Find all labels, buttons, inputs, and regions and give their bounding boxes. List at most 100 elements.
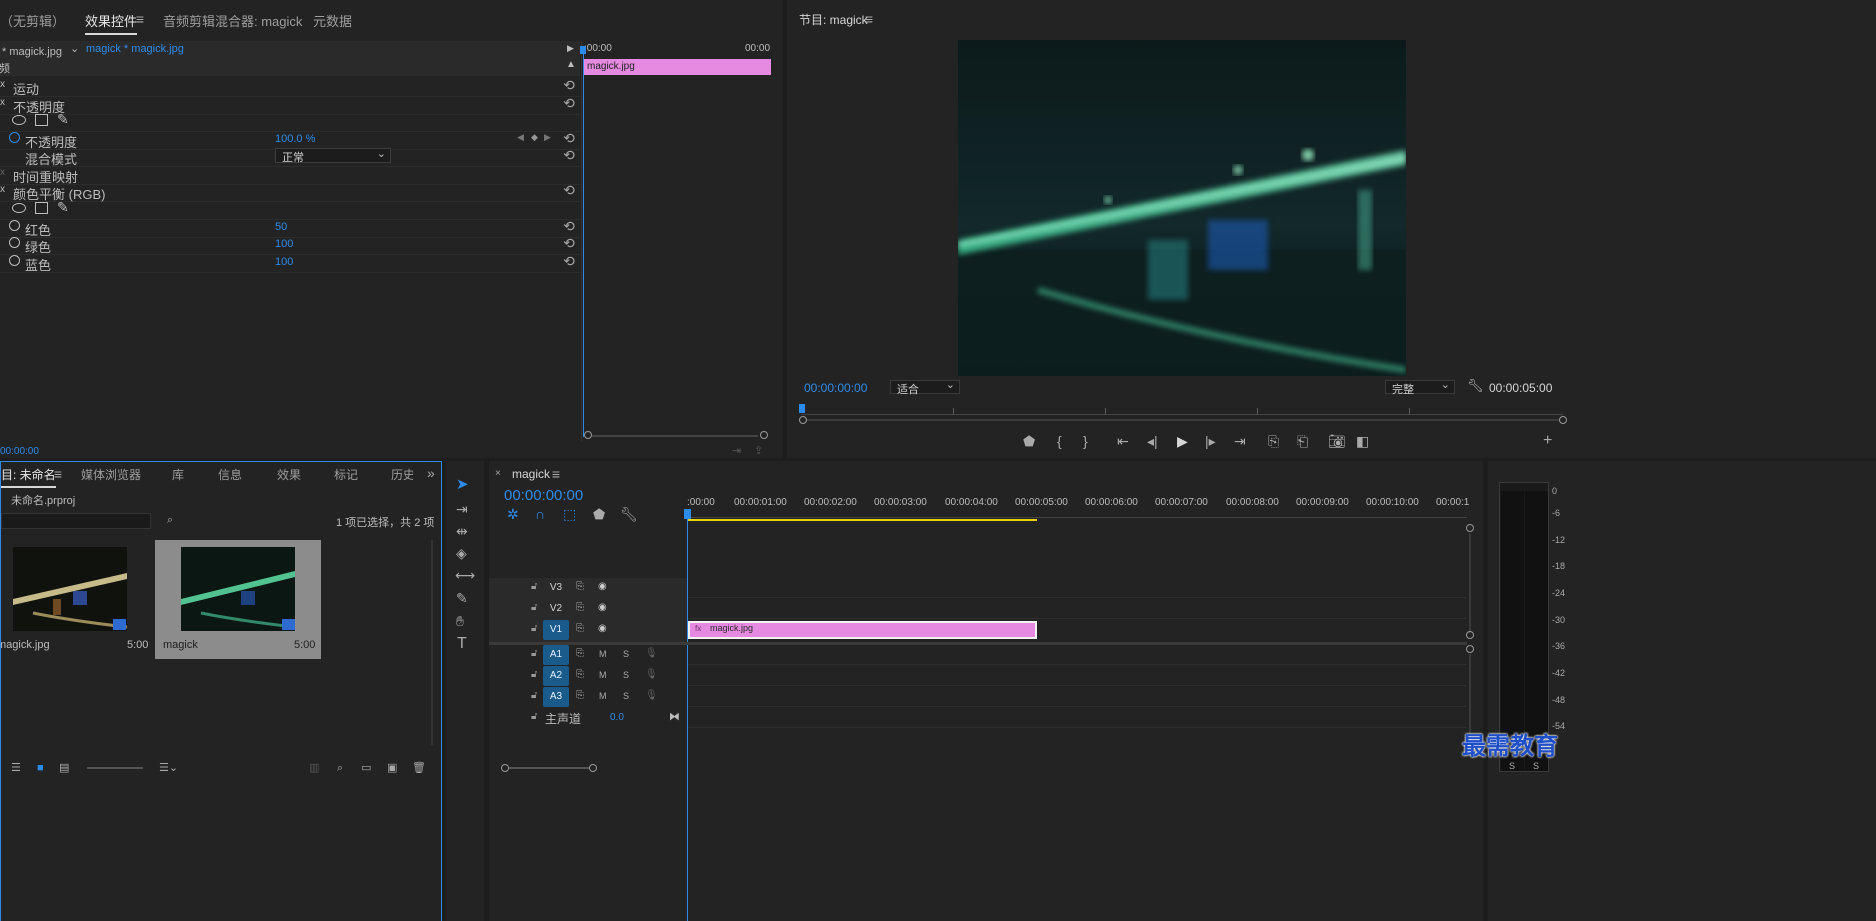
timeline-current-time[interactable]: 00:00:00:00: [504, 487, 583, 504]
tab-audio-clip-mixer[interactable]: 音频剪辑混合器: magick: [163, 11, 302, 30]
close-tab-icon[interactable]: ×: [495, 466, 501, 482]
sync-lock-icon[interactable]: ⎘: [576, 581, 584, 592]
wrench-icon[interactable]: 🔧︎: [1467, 378, 1484, 394]
fx-toggle-icon[interactable]: x: [0, 167, 5, 178]
scroll-track[interactable]: [592, 435, 758, 437]
track-lane-master[interactable]: [688, 708, 1466, 728]
selection-tool-icon[interactable]: ➤: [456, 477, 469, 493]
lock-icon[interactable]: 🔓︎: [531, 581, 537, 592]
ellipse-mask-icon[interactable]: [12, 203, 26, 213]
tab-metadata[interactable]: 元数据: [313, 11, 352, 30]
go-to-in-icon[interactable]: ⇤: [1117, 433, 1129, 449]
mute-button[interactable]: M: [599, 670, 607, 680]
opacity-value[interactable]: 100.0 %: [275, 133, 315, 145]
mini-clip[interactable]: magick.jpg: [583, 59, 771, 75]
track-lane-a3[interactable]: [688, 687, 1466, 707]
solo-left-button[interactable]: S: [1509, 761, 1515, 771]
pen-tool-icon[interactable]: ✎: [456, 590, 468, 606]
nest-toggle-icon[interactable]: ✲: [507, 506, 519, 522]
new-bin-icon[interactable]: ▭: [361, 760, 371, 776]
project-scrollbar[interactable]: [431, 540, 433, 745]
scroll-handle-left[interactable]: [584, 431, 592, 439]
reset-icon[interactable]: ⟲: [562, 183, 576, 197]
track-header-a2[interactable]: 🔓︎ A2 ⎘ M S 🎙︎: [489, 666, 687, 687]
list-view-icon[interactable]: ☰: [11, 760, 21, 776]
snap-icon[interactable]: ∩: [535, 506, 545, 522]
sync-lock-icon[interactable]: ⎘: [576, 690, 584, 701]
find-icon[interactable]: ⌕: [337, 760, 343, 776]
track-v2-label[interactable]: V2: [543, 599, 569, 619]
tab-info[interactable]: 信息: [218, 466, 242, 483]
icon-view-icon[interactable]: ■: [37, 760, 44, 776]
blue-value[interactable]: 100: [275, 256, 293, 268]
sync-lock-icon[interactable]: ⎘: [576, 648, 584, 659]
overflow-tabs-icon[interactable]: »: [427, 465, 435, 481]
clip-dropdown[interactable]: magick * magick.jpg: [86, 43, 184, 55]
green-value[interactable]: 100: [275, 238, 293, 250]
microphone-icon[interactable]: 🎙︎: [645, 669, 658, 680]
linked-selection-icon[interactable]: ⬚: [563, 506, 576, 522]
fx-toggle-icon[interactable]: x: [0, 184, 5, 195]
tab-history[interactable]: 历史: [391, 466, 413, 483]
track-header-v2[interactable]: 🔓︎ V2 ⎘ ◉: [489, 599, 687, 620]
track-header-master[interactable]: 🔓︎ 主声道 0.0 ⧓: [489, 708, 687, 729]
track-lane-a2[interactable]: [688, 666, 1466, 686]
track-lane-v3[interactable]: [688, 578, 1466, 598]
type-tool-icon[interactable]: T: [457, 636, 467, 652]
sync-lock-icon[interactable]: ⎘: [576, 602, 584, 613]
slip-tool-icon[interactable]: ⟷: [455, 567, 475, 583]
master-volume-value[interactable]: 0.0: [610, 712, 624, 723]
pen-mask-icon[interactable]: ✎: [57, 199, 69, 216]
track-header-v1[interactable]: 🔓︎ V1 ⎘ ◉: [489, 620, 687, 641]
next-keyframe-icon[interactable]: ▶: [544, 132, 551, 143]
add-keyframe-icon[interactable]: ◆: [531, 132, 538, 143]
stopwatch-icon[interactable]: [9, 132, 20, 143]
panel-menu-icon[interactable]: ≡: [52, 466, 64, 482]
prev-keyframe-icon[interactable]: ◀: [517, 132, 524, 143]
track-v1-label[interactable]: V1: [543, 620, 569, 640]
tab-effect-controls[interactable]: 效果控件: [85, 11, 138, 35]
trash-icon[interactable]: 🗑︎: [412, 760, 426, 776]
scrubber-playhead[interactable]: [799, 404, 805, 413]
scroll-handle-left[interactable]: [799, 416, 807, 424]
track-lane-a1[interactable]: [688, 645, 1466, 665]
play-only-icon[interactable]: ▶: [567, 43, 574, 54]
timeline-clip[interactable]: fx magick.jpg: [688, 621, 1037, 639]
eye-icon[interactable]: ◉: [598, 581, 607, 592]
panel-menu-icon[interactable]: ≡: [863, 11, 875, 27]
lock-icon[interactable]: 🔓︎: [531, 711, 537, 722]
video-vscroll-top[interactable]: [1466, 524, 1474, 532]
play-icon[interactable]: ▶: [1177, 433, 1188, 449]
tab-project[interactable]: 项目: 未命名: [1, 466, 56, 488]
solo-right-button[interactable]: S: [1533, 761, 1539, 771]
scroll-handle-right[interactable]: [760, 431, 768, 439]
stopwatch-icon[interactable]: [9, 255, 20, 266]
reset-icon[interactable]: ⟲: [562, 131, 576, 145]
fx-toggle-icon[interactable]: x: [0, 97, 5, 108]
export-icon[interactable]: ⇥: [732, 444, 741, 457]
mini-playhead[interactable]: [583, 47, 584, 437]
mini-zoom-scrollbar[interactable]: [584, 431, 768, 439]
sort-icons-icon[interactable]: ☰⌄: [159, 760, 178, 776]
work-area-bar[interactable]: [687, 519, 1037, 521]
tab-media-browser[interactable]: 媒体浏览器: [81, 466, 141, 483]
solo-button[interactable]: S: [623, 649, 629, 659]
red-value[interactable]: 50: [275, 221, 287, 233]
stopwatch-icon[interactable]: [9, 220, 20, 231]
program-video-frame[interactable]: [958, 40, 1406, 376]
sync-lock-icon[interactable]: ⎘: [576, 669, 584, 680]
go-to-out-icon[interactable]: ⇥: [1234, 433, 1246, 449]
panel-menu-icon[interactable]: ≡: [550, 466, 562, 482]
lift-icon[interactable]: ⎘: [1268, 433, 1279, 449]
program-current-time[interactable]: 00:00:00:00: [804, 381, 867, 395]
timeline-playhead-handle[interactable]: [684, 509, 691, 519]
reset-icon[interactable]: ⟲: [562, 78, 576, 92]
mute-button[interactable]: M: [599, 691, 607, 701]
blend-mode-select[interactable]: 正常 ⌄: [275, 148, 391, 164]
step-forward-icon[interactable]: |▸: [1205, 433, 1216, 449]
reset-icon[interactable]: ⟲: [562, 219, 576, 233]
tab-libraries[interactable]: 库: [172, 466, 184, 483]
video-vscroll-track[interactable]: [1469, 533, 1471, 633]
microphone-icon[interactable]: 🎙︎: [645, 648, 658, 659]
sync-lock-icon[interactable]: ⎘: [576, 623, 584, 634]
